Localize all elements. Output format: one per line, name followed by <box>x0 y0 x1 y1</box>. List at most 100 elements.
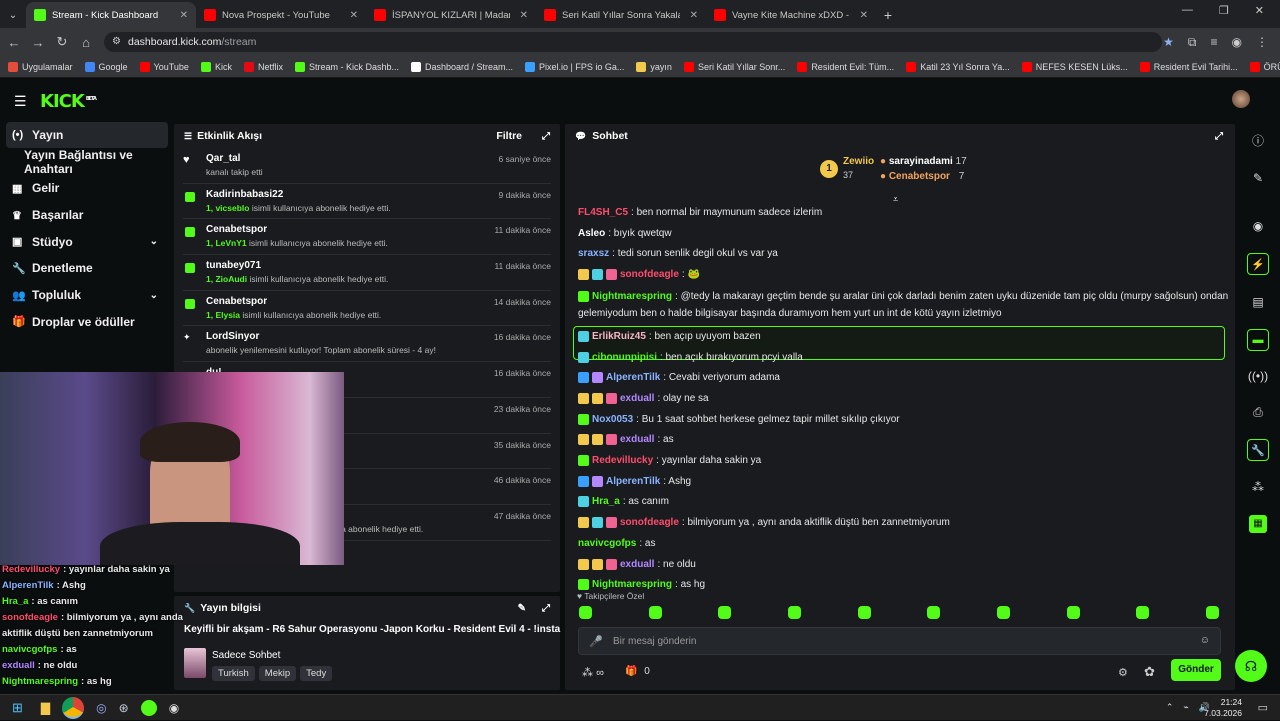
bookmark-item[interactable]: Resident Evil: Tüm... <box>797 61 894 72</box>
bookmark-item[interactable]: Seri Katil Yıllar Sonr... <box>683 61 785 72</box>
tab-close-icon[interactable]: ✕ <box>350 10 358 21</box>
browser-tab[interactable]: Stream - Kick Dashboard ✕ <box>26 2 196 28</box>
tray-chevron-icon[interactable]: ⌃ <box>1166 702 1174 713</box>
chat-username[interactable]: exduall <box>620 559 654 570</box>
emote-picker-icon[interactable]: ✿ <box>1144 664 1155 680</box>
bookmark-item[interactable]: ÖRÜMCEK ADAM H... <box>1249 61 1280 72</box>
emote-icon[interactable] <box>857 606 871 619</box>
clapper-icon[interactable]: ▦ <box>1237 508 1279 540</box>
hamburger-menu-icon[interactable]: ☰ <box>14 93 27 110</box>
wrench-button[interactable]: 🔧 <box>1237 434 1279 466</box>
bookmark-item[interactable]: NEFES KESEN Lüks... <box>1021 61 1128 72</box>
chat-username[interactable]: Nightmarespring <box>592 291 672 302</box>
chat-username[interactable]: ErlikRuiz45 <box>592 331 646 342</box>
support-headset-button[interactable]: ☊ <box>1235 650 1267 682</box>
emote-icon[interactable] <box>996 606 1010 619</box>
bookmark-item[interactable]: Google <box>84 61 128 72</box>
emote-icon[interactable] <box>1136 606 1150 619</box>
sidebar-item-1[interactable]: (•) Yayın <box>6 122 168 148</box>
chat-username[interactable]: FL4SH_C5 <box>578 207 628 218</box>
steam-icon[interactable]: ⊛ <box>119 701 129 715</box>
emoji-icon[interactable]: ☺ <box>1200 635 1210 646</box>
bookmark-item[interactable]: yayın <box>636 61 672 72</box>
bookmark-star-icon[interactable]: ★ <box>1163 35 1174 50</box>
minimize-icon[interactable]: — <box>1182 4 1193 17</box>
close-window-icon[interactable]: ✕ <box>1255 4 1264 17</box>
bookmark-item[interactable]: Pixel.io | FPS io Ga... <box>525 61 624 72</box>
avatar[interactable] <box>1232 90 1250 108</box>
chat-username[interactable]: Nightmarespring <box>592 579 672 590</box>
chevron-down-icon[interactable]: ⌄ <box>150 290 158 301</box>
chat-username[interactable]: Hra_a <box>592 496 620 507</box>
chat-username[interactable]: sonofdeagle <box>620 269 679 280</box>
windows-start-icon[interactable]: ⊞ <box>12 700 23 716</box>
browser-tab[interactable]: Seri Katil Yıllar Sonra Yakalandı ✕ <box>536 2 706 28</box>
forward-icon[interactable]: → <box>26 35 50 50</box>
site-info-icon[interactable]: ⚙ <box>112 36 121 47</box>
chat-username[interactable]: sraxsz <box>578 248 609 259</box>
browser-tab[interactable]: İSPANYOL KIZLARI | Madara Ol ✕ <box>366 2 536 28</box>
bookmark-item[interactable]: Dashboard / Stream... <box>411 61 513 72</box>
maximize-icon[interactable]: ❐ <box>1219 4 1229 17</box>
camera-icon[interactable]: ◉ <box>1237 210 1279 242</box>
filter-button[interactable]: Filtre <box>496 130 522 142</box>
mic-icon[interactable]: 🎤 <box>589 635 603 648</box>
stream-tag[interactable]: Turkish <box>212 666 255 681</box>
emote-icon[interactable] <box>787 606 801 619</box>
bookmark-item[interactable]: Stream - Kick Dashb... <box>294 61 399 72</box>
chat-input[interactable]: 🎤 Bir mesaj gönderin ☺ <box>578 627 1221 655</box>
chat-username[interactable]: AlperenTilk <box>606 476 660 487</box>
sidebar-item-7[interactable]: 👥 Topluluk ⌄ <box>0 282 170 308</box>
clock[interactable]: 21:24 7.03.2026 <box>1204 697 1242 719</box>
emote-icon[interactable] <box>579 606 592 619</box>
emote-icon[interactable] <box>1205 606 1219 619</box>
chat-toggle-button[interactable]: ▬ <box>1237 324 1279 356</box>
tab-close-icon[interactable]: ✕ <box>180 10 188 21</box>
file-explorer-icon[interactable]: ▇ <box>41 701 50 715</box>
bookmark-item[interactable]: Uygulamalar <box>8 61 73 72</box>
tab-close-icon[interactable]: ✕ <box>860 10 868 21</box>
discord-icon[interactable]: ◎ <box>96 701 106 715</box>
bookmark-item[interactable]: Resident Evil Tarihi... <box>1139 61 1238 72</box>
chat-username[interactable]: Redevillucky <box>592 455 653 466</box>
chat-username[interactable]: cibonunpipisi <box>592 352 657 363</box>
sidebar-item-3[interactable]: ▦ Gelir <box>0 175 170 201</box>
sidebar-item-4[interactable]: ♛ Başarılar <box>0 202 170 228</box>
popout-icon[interactable]: ⤢ <box>542 603 550 614</box>
gift-count[interactable]: 🎁 0 <box>625 666 650 677</box>
network-icon[interactable]: ⌁ <box>1183 702 1188 713</box>
tab-close-icon[interactable]: ✕ <box>690 10 698 21</box>
notification-icon[interactable]: ▭ <box>1258 701 1268 714</box>
chat-username[interactable]: exduall <box>620 434 654 445</box>
sidebar-item-2[interactable]: Yayın Bağlantısı ve Anahtarı <box>0 148 170 176</box>
send-button[interactable]: Gönder <box>1171 659 1221 681</box>
gift-leaderboard[interactable]: 1 Zewiio 37 ● sarayinadami 17 ● Cenabets… <box>820 156 980 190</box>
tab-close-icon[interactable]: ✕ <box>520 10 528 21</box>
kick-app-icon[interactable] <box>140 700 157 716</box>
emote-icon[interactable] <box>718 606 732 619</box>
reload-icon[interactable]: ↻ <box>50 34 74 50</box>
lightning-button[interactable]: ⚡ <box>1237 248 1279 280</box>
sidebar-item-5[interactable]: ▣ Stüdyo ⌄ <box>0 229 170 255</box>
stream-tag[interactable]: Mekip <box>258 666 297 681</box>
stream-tag[interactable]: Tedy <box>300 666 333 681</box>
emote-icon[interactable] <box>927 606 941 619</box>
bookmark-item[interactable]: YouTube <box>139 61 189 72</box>
bookmark-item[interactable]: Katil 23 Yıl Sonra Ya... <box>906 61 1010 72</box>
chevron-down-icon[interactable]: ⌄ <box>150 236 158 247</box>
info-icon[interactable]: ⓘ <box>1237 124 1279 156</box>
chat-username[interactable]: Asleo <box>578 228 605 239</box>
edit-icon[interactable]: ✎ <box>518 603 526 614</box>
chat-username[interactable]: AlperenTilk <box>606 372 660 383</box>
share-icon[interactable]: ⁂ <box>1237 471 1279 503</box>
obs-icon[interactable]: ◉ <box>169 701 179 715</box>
settings-icon[interactable]: ⚙ <box>1118 666 1128 679</box>
profile-icon[interactable]: ◉ <box>1232 35 1242 50</box>
chat-username[interactable]: Nox0053 <box>592 414 633 425</box>
emote-icon[interactable] <box>648 606 662 619</box>
popout-icon[interactable]: ⤢ <box>1215 131 1223 142</box>
pen-icon[interactable]: ✎ <box>1237 162 1279 194</box>
sidebar-item-8[interactable]: 🎁 Droplar ve ödüller <box>0 309 170 335</box>
home-icon[interactable]: ⌂ <box>74 35 98 50</box>
menu-icon[interactable]: ⋮ <box>1256 35 1268 50</box>
